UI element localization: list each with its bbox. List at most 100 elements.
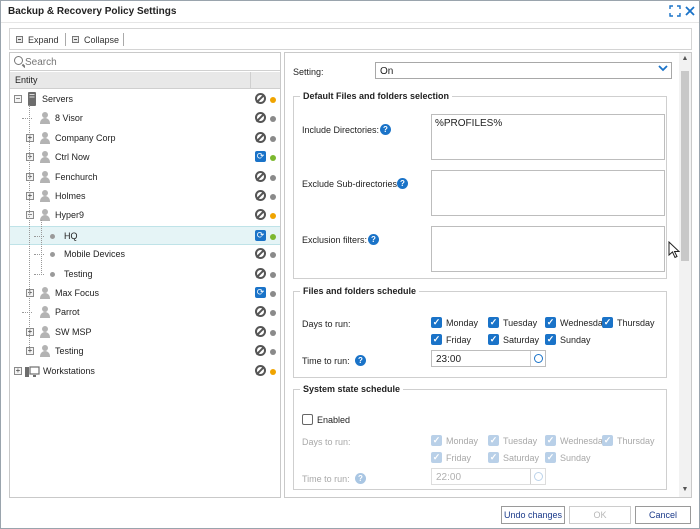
- tree-node-label[interactable]: Testing: [55, 346, 84, 356]
- expand-node-icon[interactable]: +: [26, 153, 34, 162]
- vertical-scrollbar[interactable]: ▲ ▼: [679, 53, 691, 497]
- no-policy-icon[interactable]: [255, 93, 266, 104]
- exclusion-filters-field[interactable]: [431, 226, 665, 272]
- no-policy-icon[interactable]: [255, 131, 266, 143]
- expand-node-icon[interactable]: +: [26, 133, 34, 142]
- cancel-button[interactable]: Cancel: [635, 506, 691, 524]
- include-directories-field[interactable]: %PROFILES%: [431, 114, 665, 160]
- tree-node-label[interactable]: Servers: [42, 94, 73, 104]
- expand-button[interactable]: Expand: [16, 33, 59, 46]
- day-checkbox-wednesday[interactable]: ✓ Wednesday: [545, 317, 607, 328]
- tree-node-label[interactable]: SW MSP: [55, 327, 92, 337]
- tree-row[interactable]: 8 Visor: [10, 109, 280, 128]
- enabled-checkbox[interactable]: Enabled: [302, 414, 350, 425]
- tree-row[interactable]: HQ ⟳: [10, 225, 280, 245]
- tree-node-label[interactable]: Testing: [64, 269, 93, 279]
- sync-icon[interactable]: ⟳: [255, 229, 266, 241]
- tree-node-label[interactable]: 8 Visor: [55, 113, 83, 123]
- setting-select[interactable]: On: [375, 62, 672, 79]
- sync-icon[interactable]: ⟳: [255, 287, 266, 298]
- undo-changes-button[interactable]: Undo changes: [501, 506, 565, 524]
- no-policy-icon[interactable]: [255, 248, 266, 260]
- help-icon[interactable]: ?: [355, 355, 366, 366]
- no-policy-icon[interactable]: [255, 345, 266, 357]
- tree-row[interactable]: + Max Focus ⟳: [10, 284, 280, 303]
- tree-node-label[interactable]: Workstations: [43, 366, 95, 376]
- no-policy-icon[interactable]: [255, 170, 266, 182]
- tree-row[interactable]: + SW MSP: [10, 323, 280, 342]
- expand-node-icon[interactable]: +: [26, 192, 34, 200]
- tree-row[interactable]: + Ctrl Now ⟳: [10, 148, 280, 167]
- tree-row[interactable]: Testing: [10, 265, 280, 284]
- tree-row[interactable]: + Workstations: [10, 362, 280, 381]
- tree-connector: [34, 235, 44, 237]
- day-checkbox-friday[interactable]: ✓ Friday: [431, 334, 471, 345]
- day-label: Friday: [446, 452, 472, 463]
- expand-node-icon[interactable]: +: [26, 289, 34, 297]
- scrollbar-thumb[interactable]: [681, 71, 689, 261]
- ok-button[interactable]: OK: [569, 506, 631, 524]
- tree-row[interactable]: − Hyper9: [10, 206, 280, 225]
- no-policy-icon[interactable]: [255, 112, 266, 124]
- tree-node-label[interactable]: Mobile Devices: [64, 249, 125, 259]
- no-policy-icon[interactable]: [255, 306, 266, 318]
- expand-node-icon[interactable]: +: [14, 366, 22, 375]
- day-checkbox-thursday[interactable]: ✓ Thursday: [602, 317, 655, 328]
- column-separator: [250, 72, 251, 89]
- tree-row[interactable]: + Holmes: [10, 187, 280, 206]
- tree-node-label[interactable]: Ctrl Now: [55, 152, 90, 162]
- tree-node-label[interactable]: Company Corp: [55, 133, 116, 143]
- tree-node-label[interactable]: Parrot: [55, 307, 80, 317]
- scroll-down-icon[interactable]: ▼: [681, 486, 689, 494]
- chevron-down-icon[interactable]: [655, 63, 671, 78]
- no-policy-icon[interactable]: [255, 190, 266, 201]
- day-checkbox-saturday[interactable]: ✓ Saturday: [488, 334, 539, 345]
- day-checkbox-sunday: ✓ Sunday: [545, 452, 591, 463]
- help-icon[interactable]: ?: [368, 234, 379, 245]
- tree-row[interactable]: + Company Corp: [10, 129, 280, 148]
- expand-node-icon[interactable]: +: [26, 327, 34, 336]
- day-checkbox-monday[interactable]: ✓ Monday: [431, 317, 478, 328]
- exclude-subdirectories-field[interactable]: [431, 170, 665, 216]
- tree-node-label[interactable]: Fenchurch: [55, 172, 98, 182]
- sync-icon[interactable]: ⟳: [255, 151, 266, 163]
- search-box: [10, 53, 280, 71]
- collapse-node-icon[interactable]: −: [26, 211, 34, 220]
- close-icon[interactable]: [684, 5, 696, 17]
- status-indicator-dot: [270, 194, 276, 200]
- entity-column-header[interactable]: Entity: [15, 75, 38, 85]
- collapse-node-icon[interactable]: −: [14, 95, 22, 103]
- tree-node-label[interactable]: Holmes: [55, 191, 86, 201]
- time-to-run-input[interactable]: 23:00: [431, 350, 546, 367]
- time-value: 23:00: [436, 354, 462, 365]
- user-icon: [39, 345, 51, 358]
- day-checkbox-sunday[interactable]: ✓ Sunday: [545, 334, 591, 345]
- tree-row[interactable]: + Fenchurch: [10, 168, 280, 187]
- no-policy-icon[interactable]: [255, 267, 266, 279]
- help-icon[interactable]: ?: [397, 178, 408, 189]
- day-label: Monday: [446, 317, 479, 328]
- expand-node-icon[interactable]: +: [26, 172, 34, 181]
- search-input[interactable]: [25, 55, 265, 69]
- day-checkbox-tuesday[interactable]: ✓ Tuesday: [488, 317, 537, 328]
- tree-node-label[interactable]: Hyper9: [55, 210, 84, 220]
- checkmark-icon: ✓: [431, 317, 442, 328]
- maximize-icon[interactable]: [669, 5, 681, 17]
- tree-node-label[interactable]: HQ: [64, 231, 78, 241]
- no-policy-icon[interactable]: [255, 325, 266, 337]
- no-policy-icon[interactable]: [255, 209, 266, 221]
- checkmark-icon: ✓: [488, 435, 499, 446]
- tree-row[interactable]: − Servers: [10, 90, 280, 109]
- expand-node-icon[interactable]: +: [26, 347, 34, 356]
- no-policy-icon[interactable]: [255, 364, 266, 376]
- tree-node-label[interactable]: Max Focus: [55, 288, 99, 298]
- clock-icon[interactable]: [530, 351, 545, 366]
- tree-row[interactable]: Mobile Devices: [10, 245, 280, 264]
- collapse-button[interactable]: Collapse: [72, 33, 119, 46]
- tree-row[interactable]: + Testing: [10, 342, 280, 361]
- system-schedule-group: System state schedule Enabled Days to ru…: [293, 384, 667, 490]
- help-icon[interactable]: ?: [380, 124, 391, 135]
- scroll-up-icon[interactable]: ▲: [681, 55, 689, 63]
- tree-row[interactable]: Parrot: [10, 303, 280, 322]
- day-checkbox-monday: ✓ Monday: [431, 435, 478, 446]
